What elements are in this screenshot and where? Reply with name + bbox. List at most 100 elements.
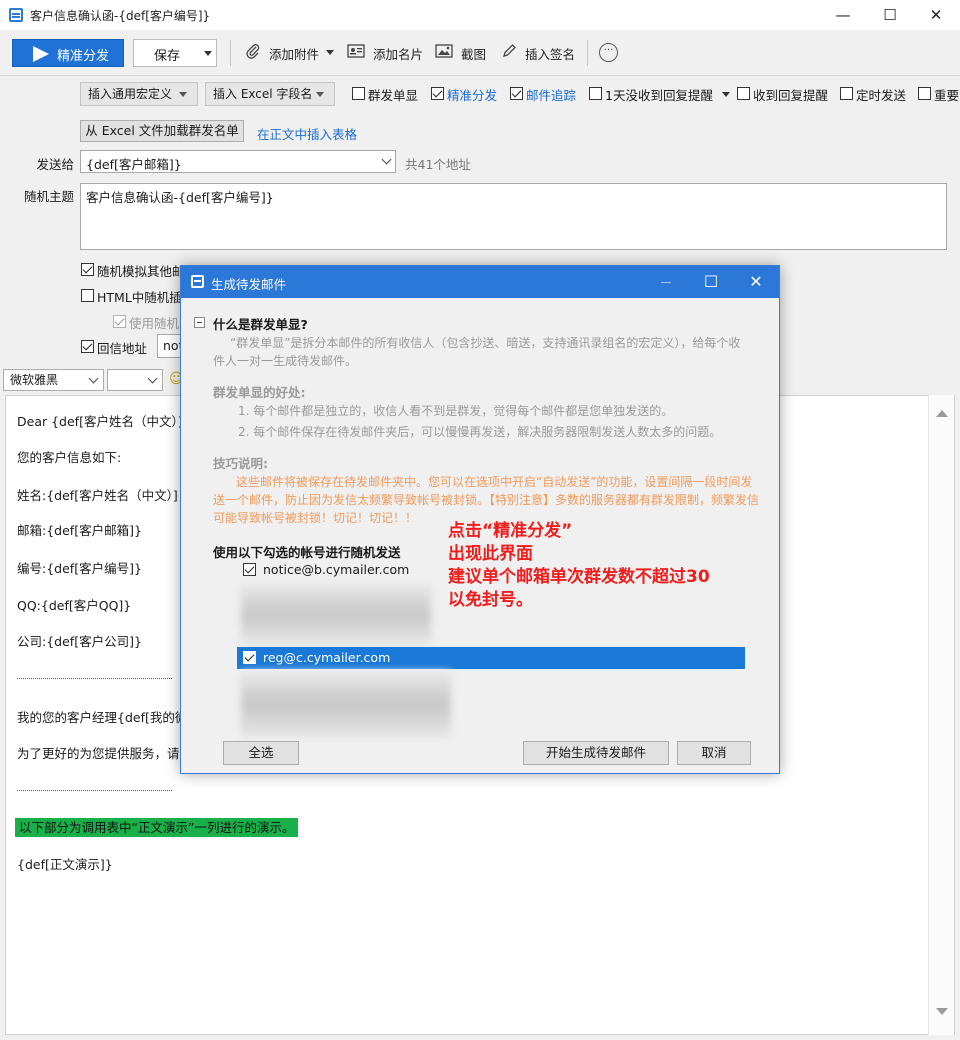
editor-highlight-line: 以下部分为调用表中“正文演示”一列进行的演示。 — [15, 817, 299, 837]
scheduled-send-label: 定时发送 — [856, 88, 907, 103]
random-sim-label: 随机模拟其他邮件客户端发送 — [97, 264, 187, 279]
annotation-line: 出现此界面 — [448, 544, 533, 564]
attachment-dropdown-caret-icon[interactable] — [326, 50, 334, 55]
annotation-line: 点击“精准分发” — [448, 521, 573, 541]
subject-value: 客户信息确认函-{def[客户编号]} — [86, 190, 274, 205]
minimize-button[interactable]: — — [820, 0, 866, 30]
dotted-divider — [17, 790, 172, 791]
use-random-checkbox[interactable] — [113, 315, 126, 328]
cancel-button[interactable]: 取消 — [677, 741, 751, 765]
add-attachment-button[interactable]: 添加附件 — [269, 44, 319, 63]
collapse-toggle-icon[interactable] — [194, 317, 205, 328]
editor-line: 公司:{def[客户公司]} — [17, 634, 142, 649]
dialog-minimize-icon[interactable] — [661, 282, 671, 283]
precise-send-button[interactable]: 精准分发 — [12, 39, 124, 67]
editor-line: 邮箱:{def[客户邮箱]} — [17, 523, 142, 538]
more-options-icon[interactable]: ··· — [599, 43, 618, 62]
chevron-down-icon — [147, 373, 158, 384]
reminder-1day-checkbox[interactable] — [589, 87, 602, 100]
save-dropdown-caret-icon[interactable] — [204, 51, 212, 56]
editor-line: 编号:{def[客户编号]} — [17, 561, 142, 576]
account-row-selected[interactable]: reg@c.cymailer.com — [237, 647, 745, 669]
font-select[interactable]: 微软雅黑 — [3, 369, 104, 391]
pen-icon[interactable] — [500, 43, 518, 59]
to-field[interactable]: {def[客户邮箱]} — [80, 150, 396, 173]
to-value: {def[客户邮箱]} — [86, 157, 182, 172]
benefit-item: 1. 每个邮件都是独立的，收信人看不到是群发，觉得每个邮件都是您单独发送的。 — [238, 404, 674, 418]
toolbar: 精准分发 保存 添加附件 添加名片 截图 插入签名 ··· — [0, 30, 960, 76]
annotation-line: 建议单个邮箱单次群发数不超过30 — [448, 567, 710, 587]
highlighted-text: 以下部分为调用表中“正文演示”一列进行的演示。 — [15, 818, 299, 837]
editor-line: 我的您的客户经理{def[我的微信 — [17, 710, 200, 725]
red-annotation: 点击“精准分发” 出现此界面 建议单个邮箱单次群发数不超过30 以免封号。 — [448, 520, 710, 612]
start-generate-button[interactable]: 开始生成待发邮件 — [523, 741, 669, 765]
annotation-line: 以免封号。 — [448, 590, 533, 610]
dialog-app-icon — [191, 275, 204, 288]
insert-excel-field-label: 插入 Excel 字段名 — [213, 87, 313, 101]
load-excel-button[interactable]: 从 Excel 文件加载群发名单 — [80, 120, 244, 142]
insert-table-link[interactable]: 在正文中插入表格 — [257, 124, 357, 143]
dialog-titlebar: 生成待发邮件 ☐ ✕ — [181, 266, 779, 298]
screenshot-button[interactable]: 截图 — [461, 44, 486, 63]
precise-label: 精准分发 — [447, 88, 498, 103]
subject-field[interactable]: 客户信息确认函-{def[客户编号]} — [80, 183, 947, 250]
group-single-label: 群发单显 — [368, 88, 419, 103]
close-button[interactable]: ✕ — [913, 0, 959, 30]
editor-line: Dear {def[客户姓名（中文）]}: — [17, 414, 195, 429]
reply-reminder-checkbox[interactable] — [737, 87, 750, 100]
reply-address-label: 回信地址 — [97, 341, 148, 356]
screenshot-icon[interactable] — [435, 43, 453, 59]
business-card-icon[interactable] — [347, 43, 365, 59]
benefits-title: 群发单显的好处: — [213, 385, 306, 400]
save-button[interactable]: 保存 — [133, 39, 217, 67]
intro-text-line: “群发单显”是拆分本邮件的所有收信人（包含抄送、暗送，支持通讯录组名的宏定义），… — [230, 336, 741, 350]
blurred-accounts — [241, 584, 431, 644]
tip-text-line: 可能导致帐号被封锁！切记！切记！！ — [213, 511, 418, 525]
account-checkbox[interactable] — [243, 651, 256, 664]
insert-excel-field-dropdown[interactable]: 插入 Excel 字段名 — [205, 82, 335, 106]
editor-scrollbar[interactable] — [928, 395, 954, 1035]
to-label: 发送给 — [36, 157, 74, 172]
subject-label: 随机主题 — [23, 189, 74, 204]
dialog-maximize-button[interactable]: ☐ — [688, 266, 734, 298]
tip-text-line: 送一个邮件，防止因为发信太频繁导致帐号被封锁。【特别注意】多数的服务器都有群发限… — [213, 493, 760, 507]
dialog-close-button[interactable]: ✕ — [733, 266, 779, 298]
tips-title: 技巧说明: — [213, 456, 268, 471]
select-all-button[interactable]: 全选 — [223, 741, 299, 765]
scroll-down-icon[interactable] — [936, 1008, 948, 1015]
chevron-down-icon[interactable] — [381, 154, 392, 165]
chevron-down-icon — [88, 373, 99, 384]
scroll-up-icon[interactable] — [936, 410, 948, 417]
account-checkbox[interactable] — [243, 563, 256, 576]
add-card-button[interactable]: 添加名片 — [373, 44, 423, 63]
chevron-down-icon — [179, 92, 187, 97]
important-label: 重要 — [934, 88, 960, 103]
editor-line: 为了更好的为您提供服务，请添 — [17, 746, 193, 761]
window-titlebar: 客户信息确认函-{def[客户编号]} — ☐ ✕ — [0, 0, 960, 30]
reply-reminder-label: 收到回复提醒 — [753, 88, 829, 103]
reminder-dropdown-caret-icon[interactable] — [722, 92, 730, 97]
reply-address-checkbox[interactable] — [81, 340, 94, 353]
insert-macro-dropdown[interactable]: 插入通用宏定义 — [80, 82, 198, 106]
font-size-select[interactable] — [107, 369, 163, 391]
tip-text-line: 这些邮件将被保存在待发邮件夹中。您可以在选项中开启“自动发送”的功能，设置间隔一… — [236, 475, 753, 489]
important-checkbox[interactable] — [918, 87, 931, 100]
intro-text-line: 件人一对一生成待发邮件。 — [213, 354, 358, 368]
font-value: 微软雅黑 — [10, 373, 59, 387]
section-title: 什么是群发单显? — [213, 317, 308, 332]
group-single-checkbox[interactable] — [352, 87, 365, 100]
insert-signature-button[interactable]: 插入签名 — [525, 44, 575, 63]
use-random-label: 使用随机 — [129, 316, 180, 331]
scheduled-send-checkbox[interactable] — [840, 87, 853, 100]
address-count: 共41个地址 — [405, 157, 471, 172]
precise-checkbox[interactable] — [431, 87, 444, 100]
dialog-title: 生成待发邮件 — [211, 277, 287, 292]
save-label: 保存 — [154, 49, 181, 64]
editor-line: {def[正文演示]} — [17, 857, 113, 872]
paperclip-icon[interactable] — [244, 43, 262, 59]
maximize-button[interactable]: ☐ — [867, 0, 913, 30]
html-random-checkbox[interactable] — [81, 289, 94, 302]
tracking-checkbox[interactable] — [510, 87, 523, 100]
editor-line: 姓名:{def[客户姓名（中文）] — [17, 488, 178, 503]
random-sim-checkbox[interactable] — [81, 263, 94, 276]
